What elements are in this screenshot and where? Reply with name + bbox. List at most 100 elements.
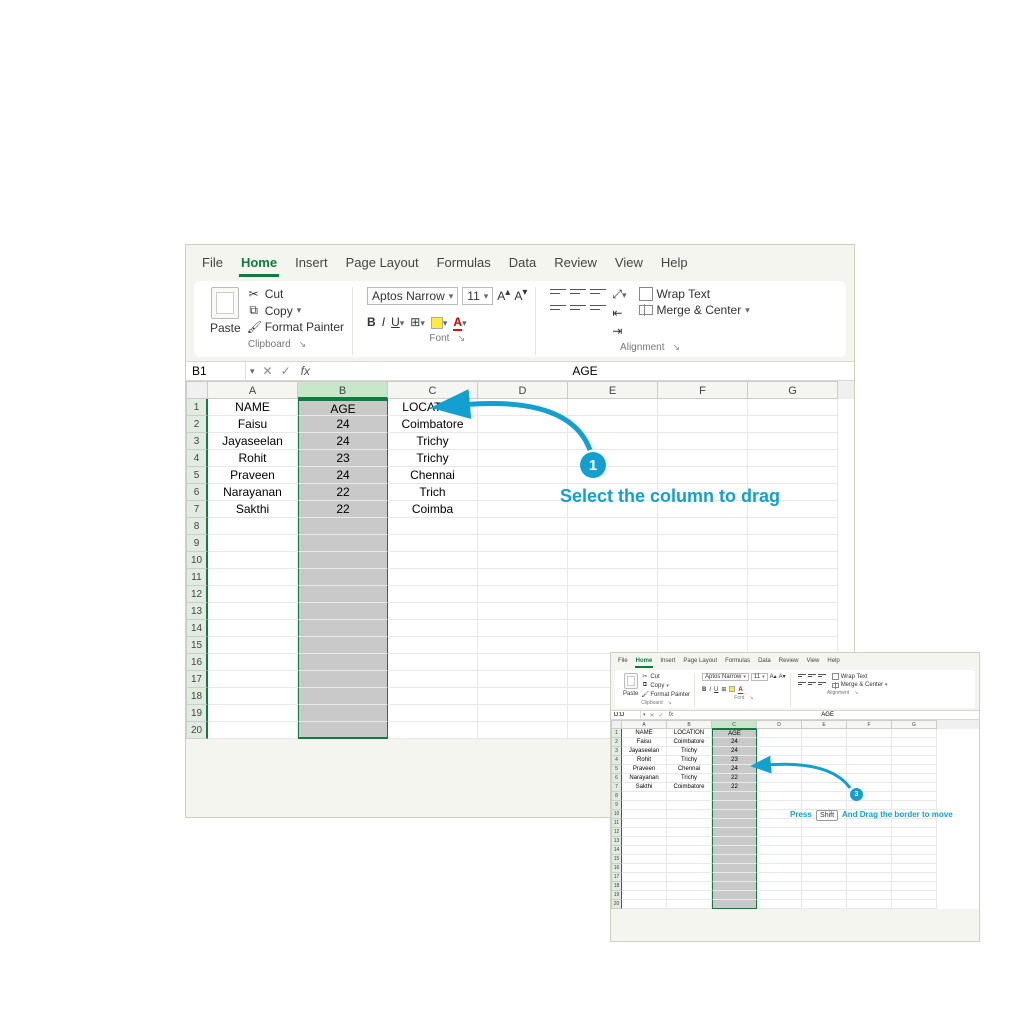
row-header[interactable]: 19	[611, 891, 622, 900]
cell[interactable]	[622, 900, 667, 909]
decrease-indent-icon[interactable]: ⇤	[612, 306, 626, 320]
cell[interactable]: 22	[712, 783, 757, 792]
cell[interactable]	[622, 855, 667, 864]
cell[interactable]	[802, 801, 847, 810]
tab-file[interactable]: File	[200, 251, 225, 277]
cell[interactable]	[568, 620, 658, 637]
cell[interactable]	[388, 586, 478, 603]
cell[interactable]	[298, 620, 388, 637]
cell[interactable]	[658, 620, 748, 637]
tab-formulas[interactable]: Formulas	[724, 656, 751, 668]
cell[interactable]	[568, 603, 658, 620]
cell[interactable]	[802, 855, 847, 864]
cell[interactable]	[757, 882, 802, 891]
cell[interactable]	[658, 535, 748, 552]
cell[interactable]: 24	[712, 738, 757, 747]
tab-page-layout[interactable]: Page Layout	[682, 656, 718, 668]
cell[interactable]: AGE	[298, 399, 388, 416]
align-top-icon[interactable]	[550, 287, 566, 299]
cell[interactable]	[478, 586, 568, 603]
cell[interactable]	[802, 846, 847, 855]
row-header[interactable]: 19	[186, 705, 208, 722]
cell[interactable]	[847, 864, 892, 873]
cell[interactable]: Trichy	[667, 747, 712, 756]
row-header[interactable]: 18	[186, 688, 208, 705]
cell[interactable]	[208, 688, 298, 705]
cell[interactable]	[478, 552, 568, 569]
cell[interactable]	[622, 792, 667, 801]
bold-button[interactable]: B	[702, 687, 706, 693]
font-color-button[interactable]: A	[738, 687, 742, 693]
dialog-launcher-icon[interactable]: ↘	[673, 342, 681, 353]
font-size-select[interactable]: 11▾	[751, 673, 768, 681]
cell[interactable]	[667, 837, 712, 846]
row-header[interactable]: 10	[611, 810, 622, 819]
cell[interactable]: 24	[712, 765, 757, 774]
cell[interactable]	[757, 864, 802, 873]
cell[interactable]	[388, 535, 478, 552]
chevron-down-icon[interactable]: ▾	[246, 366, 259, 377]
dialog-launcher-icon[interactable]: ↘	[457, 333, 465, 344]
cell[interactable]: 22	[712, 774, 757, 783]
cell[interactable]	[208, 603, 298, 620]
tab-insert[interactable]: Insert	[293, 251, 330, 277]
cell[interactable]	[658, 399, 748, 416]
row-header[interactable]: 7	[186, 501, 208, 518]
align-left-icon[interactable]	[550, 303, 566, 315]
cell[interactable]	[757, 900, 802, 909]
cell[interactable]	[388, 654, 478, 671]
paste-button[interactable]: Paste	[623, 673, 638, 697]
cell[interactable]	[478, 467, 568, 484]
cell[interactable]	[712, 891, 757, 900]
cell[interactable]	[748, 518, 838, 535]
cell[interactable]	[712, 873, 757, 882]
cell[interactable]	[658, 518, 748, 535]
row-header[interactable]: 4	[611, 756, 622, 765]
cell[interactable]	[847, 801, 892, 810]
borders-button[interactable]: ⊞	[721, 686, 726, 693]
cell[interactable]	[208, 637, 298, 654]
row-header[interactable]: 17	[611, 873, 622, 882]
align-right-icon[interactable]	[590, 303, 606, 315]
cell[interactable]	[622, 864, 667, 873]
cell[interactable]	[748, 467, 838, 484]
cell[interactable]	[892, 828, 937, 837]
enter-formula-icon[interactable]: ✓	[657, 712, 666, 719]
row-header[interactable]: 11	[611, 819, 622, 828]
cell[interactable]: Rohit	[622, 756, 667, 765]
cell[interactable]	[298, 637, 388, 654]
cell[interactable]	[748, 620, 838, 637]
cell[interactable]	[667, 891, 712, 900]
select-all-corner[interactable]	[611, 720, 622, 729]
cell[interactable]	[568, 586, 658, 603]
cell[interactable]	[847, 738, 892, 747]
cell[interactable]	[298, 603, 388, 620]
cell[interactable]	[478, 671, 568, 688]
cell[interactable]	[892, 738, 937, 747]
cell[interactable]	[847, 873, 892, 882]
cell[interactable]	[712, 882, 757, 891]
column-header[interactable]: C	[712, 720, 757, 729]
cell[interactable]	[658, 552, 748, 569]
fill-color-button[interactable]	[729, 686, 735, 693]
cell[interactable]: Sakthi	[622, 783, 667, 792]
cell[interactable]	[892, 792, 937, 801]
row-header[interactable]: 17	[186, 671, 208, 688]
tab-file[interactable]: File	[617, 656, 629, 668]
cell[interactable]	[892, 765, 937, 774]
fill-color-button[interactable]: ▾	[431, 315, 448, 329]
row-header[interactable]: 2	[186, 416, 208, 433]
cell[interactable]	[892, 855, 937, 864]
select-all-corner[interactable]	[186, 381, 208, 399]
row-header[interactable]: 18	[611, 882, 622, 891]
cell[interactable]	[388, 569, 478, 586]
cell[interactable]	[847, 837, 892, 846]
cell[interactable]	[757, 846, 802, 855]
row-header[interactable]: 13	[611, 837, 622, 846]
cell[interactable]	[847, 882, 892, 891]
column-header[interactable]: A	[208, 381, 298, 399]
cell[interactable]	[622, 810, 667, 819]
cut-button[interactable]: ✂Cut	[641, 673, 690, 680]
cell[interactable]: 24	[298, 467, 388, 484]
cell[interactable]	[667, 864, 712, 873]
